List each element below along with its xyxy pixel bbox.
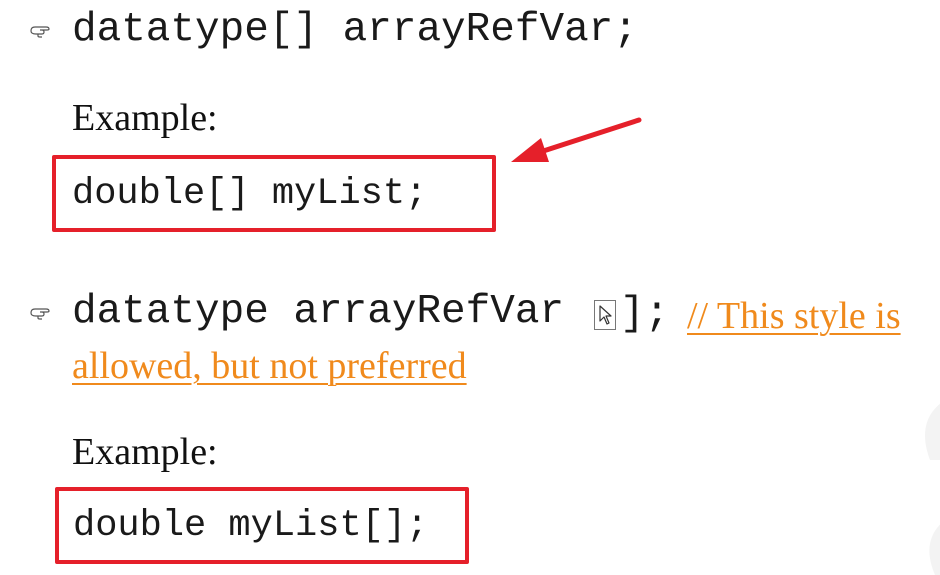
mouse-cursor-icon (599, 305, 612, 325)
pointing-hand-icon (30, 308, 50, 320)
example-label-1: Example: (72, 97, 218, 139)
pointing-hand-icon (30, 26, 50, 38)
highlight-box-1: double[] myList; (52, 155, 496, 232)
decorative-shape (925, 403, 940, 575)
syntax-line-2-end: ]; (620, 291, 670, 337)
highlight-box-2: double myList[]; (55, 487, 469, 564)
example-label-2: Example: (72, 431, 218, 473)
syntax-line-1: datatype[] arrayRefVar; (72, 7, 638, 53)
arrow-icon (511, 117, 642, 162)
example-code-2: double myList[]; (73, 505, 429, 547)
example-code-1: double[] myList; (72, 173, 428, 215)
syntax-line-2: datatype arrayRefVar (72, 289, 565, 335)
note-line-1: // This style is (687, 295, 901, 337)
note-line-2: allowed, but not preferred (72, 345, 467, 387)
